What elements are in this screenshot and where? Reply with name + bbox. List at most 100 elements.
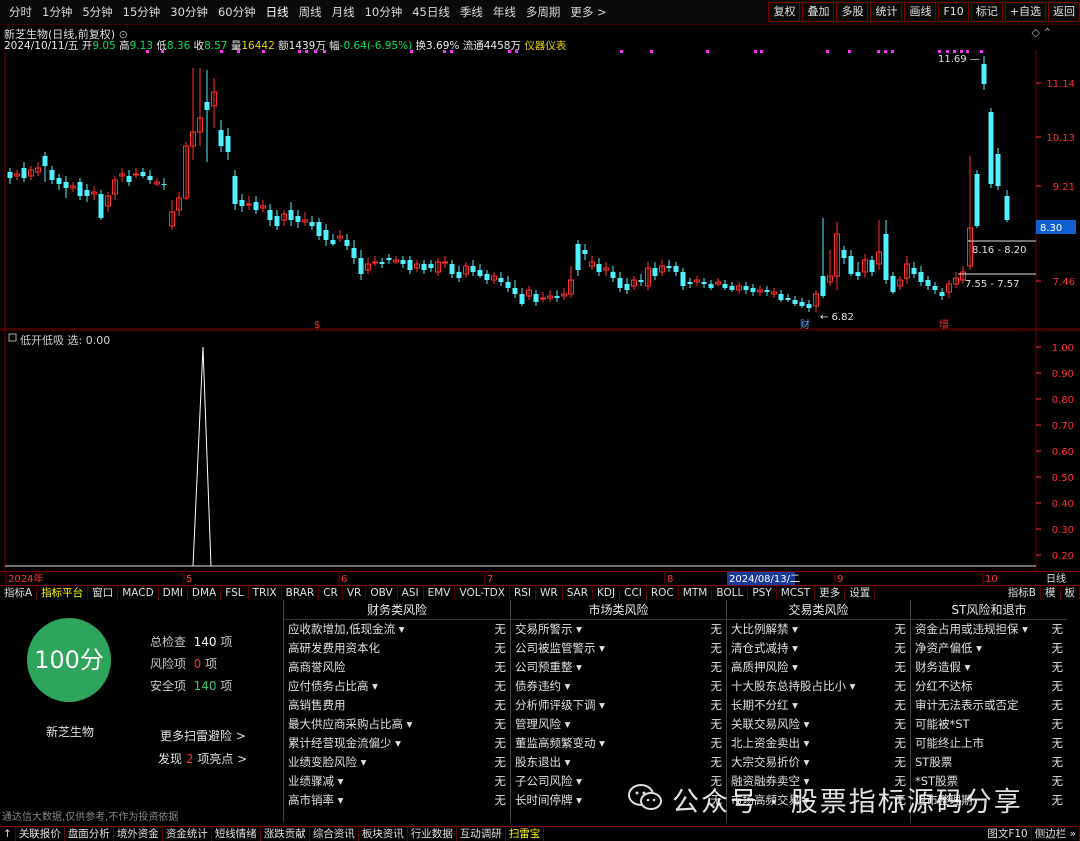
risk-item[interactable]: 业绩变脸风险 ▾无 xyxy=(284,753,510,772)
indicator-tab[interactable]: PSY xyxy=(748,586,776,600)
toolbar-button[interactable]: +自选 xyxy=(1005,2,1046,22)
candlestick-chart[interactable]: 11.1410.139.217.468.3011.69 —← 6.828.16 … xyxy=(0,50,1080,330)
risk-item[interactable]: 可能被*ST无 xyxy=(911,715,1067,734)
risk-item[interactable]: 董监高频繁变动 ▾无 xyxy=(511,734,726,753)
bottom-tab[interactable]: 涨跌贡献 xyxy=(261,827,310,841)
toolbar-button[interactable]: 多股 xyxy=(836,2,868,22)
period-tab[interactable]: 1分钟 xyxy=(37,4,77,20)
risk-item[interactable]: 长期不分红 ▾无 xyxy=(727,696,910,715)
risk-item[interactable]: 分红不达标无 xyxy=(911,677,1067,696)
toolbar-button[interactable]: 复权 xyxy=(768,2,800,22)
toolbar-button[interactable]: 画线 xyxy=(904,2,936,22)
indicator-tab[interactable]: MCST xyxy=(777,586,815,600)
period-tab[interactable]: 日线 xyxy=(261,4,294,20)
indicator-tab[interactable]: 窗口 xyxy=(88,586,118,600)
period-tab[interactable]: 5分钟 xyxy=(77,4,117,20)
highlights-link[interactable]: 发现 2 项亮点 > xyxy=(158,750,247,767)
risk-item[interactable]: 高销售费用无 xyxy=(284,696,510,715)
indicator-tab[interactable]: CCI xyxy=(620,586,647,600)
bottom-tab[interactable]: 行业数据 xyxy=(408,827,457,841)
indicator-tab-right[interactable]: 板 xyxy=(1061,586,1080,600)
toolbar-button[interactable]: F10 xyxy=(938,2,968,22)
risk-item[interactable]: ST股票无 xyxy=(911,753,1067,772)
risk-item[interactable]: 财务造假 ▾无 xyxy=(911,658,1067,677)
indicator-tab[interactable]: 指标平台 xyxy=(37,586,88,600)
risk-item[interactable]: 高市销率 ▾无 xyxy=(284,791,510,810)
indicator-tab-right[interactable]: 指标B xyxy=(1004,586,1041,600)
indicator-tab[interactable]: BRAR xyxy=(282,586,320,600)
period-tab[interactable]: 月线 xyxy=(327,4,360,20)
indicator-tab[interactable]: SAR xyxy=(563,586,593,600)
toolbar-button[interactable]: 标记 xyxy=(971,2,1003,22)
risk-item[interactable]: 业绩骤减 ▾无 xyxy=(284,772,510,791)
indicator-tab[interactable]: 设置 xyxy=(845,586,875,600)
period-tab[interactable]: 多周期 xyxy=(521,4,566,20)
risk-item[interactable]: 管理风险 ▾无 xyxy=(511,715,726,734)
risk-item[interactable]: 高研发费用资本化无 xyxy=(284,639,510,658)
bottom-tab[interactable]: 综合资讯 xyxy=(310,827,359,841)
risk-item[interactable]: 清仓式减持 ▾无 xyxy=(727,639,910,658)
bottom-tab[interactable]: 板块资讯 xyxy=(359,827,408,841)
toolbar-button[interactable]: 统计 xyxy=(870,2,902,22)
collapse-icon[interactable]: ⌃ xyxy=(1043,26,1052,39)
bottom-tab[interactable]: 资金统计 xyxy=(163,827,212,841)
period-tab[interactable]: 年线 xyxy=(488,4,521,20)
period-tab[interactable]: 分时 xyxy=(4,4,37,20)
toolbar-button[interactable]: 叠加 xyxy=(802,2,834,22)
risk-item[interactable]: 大宗交易折价 ▾无 xyxy=(727,753,910,772)
risk-item[interactable]: 累计经营现金流偏少 ▾无 xyxy=(284,734,510,753)
bottom-tab[interactable]: 互动调研 xyxy=(457,827,506,841)
period-tab[interactable]: 季线 xyxy=(455,4,488,20)
risk-item[interactable]: 资金占用或违规担保 ▾无 xyxy=(911,620,1067,639)
period-tab[interactable]: 15分钟 xyxy=(118,4,166,20)
period-tab[interactable]: 更多 > xyxy=(565,4,611,20)
indicator-tab[interactable]: ROC xyxy=(647,586,679,600)
bottom-tab[interactable]: ↑ xyxy=(0,827,16,841)
indicator-tab[interactable]: TRIX xyxy=(249,586,282,600)
indicator-tab[interactable]: KDJ xyxy=(593,586,620,600)
indicator-tab[interactable]: VR xyxy=(343,586,366,600)
indicator-tab[interactable]: MTM xyxy=(679,586,713,600)
indicator-tab[interactable]: EMV xyxy=(424,586,456,600)
indicator-tab[interactable]: 指标A xyxy=(0,586,37,600)
indicator-tab[interactable]: CR xyxy=(319,586,343,600)
indicator-tab[interactable]: 更多 xyxy=(815,586,845,600)
risk-item[interactable]: 债券违约 ▾无 xyxy=(511,677,726,696)
event-marker-s[interactable]: $ xyxy=(314,320,320,330)
risk-item[interactable]: 公司被监管警示 ▾无 xyxy=(511,639,726,658)
risk-item[interactable]: 股东退出 ▾无 xyxy=(511,753,726,772)
risk-item[interactable]: 高质押风险 ▾无 xyxy=(727,658,910,677)
indicator-tab[interactable]: OBV xyxy=(366,586,397,600)
indicator-tab[interactable]: ASI xyxy=(398,586,424,600)
toolbar-button[interactable]: 返回 xyxy=(1048,2,1080,22)
risk-item[interactable]: 可能终止上市无 xyxy=(911,734,1067,753)
bottom-tab[interactable]: 短线情绪 xyxy=(212,827,261,841)
risk-item[interactable]: 应收款增加,低现金流 ▾无 xyxy=(284,620,510,639)
indicator-tab[interactable]: MACD xyxy=(118,586,158,600)
diamond-icon[interactable]: ◇ xyxy=(1032,26,1040,39)
period-tab[interactable]: 10分钟 xyxy=(360,4,408,20)
period-tab[interactable]: 30分钟 xyxy=(165,4,213,20)
risk-item[interactable]: 关联交易风险 ▾无 xyxy=(727,715,910,734)
more-scan-link[interactable]: 更多扫雷避险 > xyxy=(160,727,246,744)
risk-item[interactable]: 公司预重整 ▾无 xyxy=(511,658,726,677)
period-tab[interactable]: 周线 xyxy=(294,4,327,20)
risk-item[interactable]: 北上资金卖出 ▾无 xyxy=(727,734,910,753)
indicator-tab[interactable]: FSL xyxy=(221,586,248,600)
bottom-tab[interactable]: 关联报价 xyxy=(16,827,65,841)
indicator-tab[interactable]: BOLL xyxy=(712,586,748,600)
risk-item[interactable]: 审计无法表示或否定无 xyxy=(911,696,1067,715)
period-tab[interactable]: 60分钟 xyxy=(213,4,261,20)
event-marker-increase[interactable]: 增 xyxy=(939,318,949,330)
indicator-tab[interactable]: WR xyxy=(536,586,563,600)
indicator-tab[interactable]: DMI xyxy=(159,586,188,600)
indicator-tab[interactable]: RSI xyxy=(510,586,536,600)
event-marker-finance[interactable]: 财 xyxy=(800,318,810,330)
risk-item[interactable]: 高商誉风险无 xyxy=(284,658,510,677)
indicator-chart[interactable]: 1.000.900.800.700.600.500.400.300.20 xyxy=(0,330,1080,571)
risk-item[interactable]: 分析师评级下调 ▾无 xyxy=(511,696,726,715)
period-tab[interactable]: 45日线 xyxy=(407,4,455,20)
risk-item[interactable]: 交易所警示 ▾无 xyxy=(511,620,726,639)
indicator-tab-right[interactable]: 模 xyxy=(1041,586,1061,600)
risk-item[interactable]: 大比例解禁 ▾无 xyxy=(727,620,910,639)
